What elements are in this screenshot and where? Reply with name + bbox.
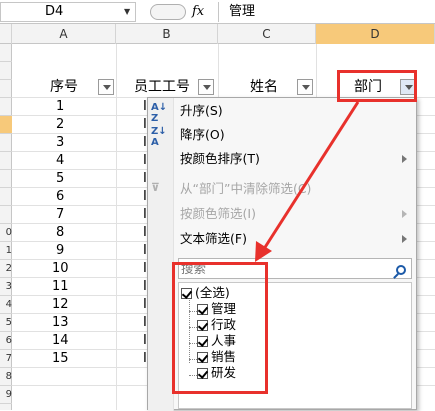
row-header-cell[interactable] xyxy=(0,152,12,170)
cell-seq[interactable]: 2 xyxy=(56,116,64,134)
formula-buttons[interactable] xyxy=(150,4,186,20)
menu-text-filter[interactable]: 文本筛选(F) xyxy=(180,228,247,250)
row-header: 0 1 2 3 4 5 6 7 8 9 xyxy=(0,44,12,410)
row-header-cell[interactable] xyxy=(0,62,12,80)
menu-clear-filter[interactable]: 从“部门”中清除筛选(C) xyxy=(180,178,311,200)
name-box-dropdown-icon[interactable]: ▼ xyxy=(124,7,130,16)
column-header-d[interactable]: D xyxy=(316,24,435,44)
submenu-arrow-icon xyxy=(402,155,407,163)
name-box[interactable]: D4 xyxy=(0,2,136,22)
column-header-b[interactable]: B xyxy=(116,24,218,44)
header-name[interactable]: 姓名 xyxy=(250,77,278,97)
annotation-box-dept-header xyxy=(337,70,417,102)
row-header-cell[interactable]: 1 xyxy=(0,242,12,260)
row-header-cell[interactable] xyxy=(0,80,12,98)
row-header-cell[interactable]: 7 xyxy=(0,350,12,368)
menu-sort-by-color[interactable]: 按颜色排序(T) xyxy=(180,148,260,170)
annotation-box-filter-list xyxy=(172,262,268,394)
cell-seq[interactable]: 6 xyxy=(56,188,64,206)
cell-seq[interactable]: 13 xyxy=(52,314,69,332)
row-header-cell[interactable] xyxy=(0,98,12,116)
menu-filter-by-color[interactable]: 按颜色筛选(I) xyxy=(180,203,256,225)
cell-seq[interactable]: 15 xyxy=(52,350,69,368)
cell-seq[interactable]: 12 xyxy=(52,296,69,314)
submenu-arrow-icon xyxy=(402,235,407,243)
row-header-cell[interactable] xyxy=(0,170,12,188)
clear-filter-icon: ⊽ xyxy=(151,181,160,194)
formula-bar: D4 ▼ fx 管理 xyxy=(0,0,435,24)
cell-seq[interactable]: 8 xyxy=(56,224,64,242)
cell-seq[interactable]: 4 xyxy=(56,152,64,170)
row-header-cell[interactable]: 0 xyxy=(0,224,12,242)
column-header: A B C D xyxy=(0,24,435,44)
menu-sort-desc[interactable]: 降序(O) xyxy=(180,124,225,146)
cell-seq[interactable]: 14 xyxy=(52,332,69,350)
header-emp-no[interactable]: 员工工号 xyxy=(134,77,190,97)
grid-line xyxy=(116,44,117,410)
cell-seq[interactable]: 1 xyxy=(56,98,64,116)
cell-seq[interactable]: 5 xyxy=(56,170,64,188)
menu-sort-asc[interactable]: 升序(S) xyxy=(180,100,223,122)
cell-seq[interactable]: 10 xyxy=(52,260,69,278)
row-header-cell[interactable] xyxy=(0,116,12,134)
search-icon[interactable] xyxy=(395,262,409,276)
row-header-cell[interactable]: 3 xyxy=(0,278,12,296)
row-header-cell[interactable]: 4 xyxy=(0,296,12,314)
filter-dropdown-button[interactable] xyxy=(198,79,214,95)
sort-desc-icon: Z↓ A xyxy=(151,126,167,148)
formula-input[interactable]: 管理 xyxy=(218,2,435,22)
row-header-cell[interactable]: 2 xyxy=(0,260,12,278)
filter-dropdown-button[interactable] xyxy=(98,79,114,95)
header-seq[interactable]: 序号 xyxy=(50,77,78,97)
row-header-cell[interactable] xyxy=(0,206,12,224)
row-header-cell[interactable] xyxy=(0,44,12,62)
cell-seq[interactable]: 7 xyxy=(56,206,64,224)
row-header-cell[interactable]: 5 xyxy=(0,314,12,332)
row-header-cell[interactable] xyxy=(0,188,12,206)
row-header-cell[interactable]: 9 xyxy=(0,386,12,404)
submenu-arrow-icon xyxy=(402,210,407,218)
row-header-cell[interactable] xyxy=(0,134,12,152)
filter-dropdown-button[interactable] xyxy=(297,79,313,95)
insert-function-button[interactable]: fx xyxy=(192,2,204,22)
column-header-a[interactable]: A xyxy=(12,24,116,44)
row-header-cell[interactable]: 8 xyxy=(0,368,12,386)
cell-seq[interactable]: 3 xyxy=(56,134,64,152)
select-all-corner[interactable] xyxy=(0,24,12,44)
cell-seq[interactable]: 11 xyxy=(52,278,69,296)
cell-seq[interactable]: 9 xyxy=(56,242,64,260)
column-header-c[interactable]: C xyxy=(218,24,316,44)
row-header-cell[interactable]: 6 xyxy=(0,332,12,350)
sort-asc-icon: A↓ Z xyxy=(151,102,168,124)
